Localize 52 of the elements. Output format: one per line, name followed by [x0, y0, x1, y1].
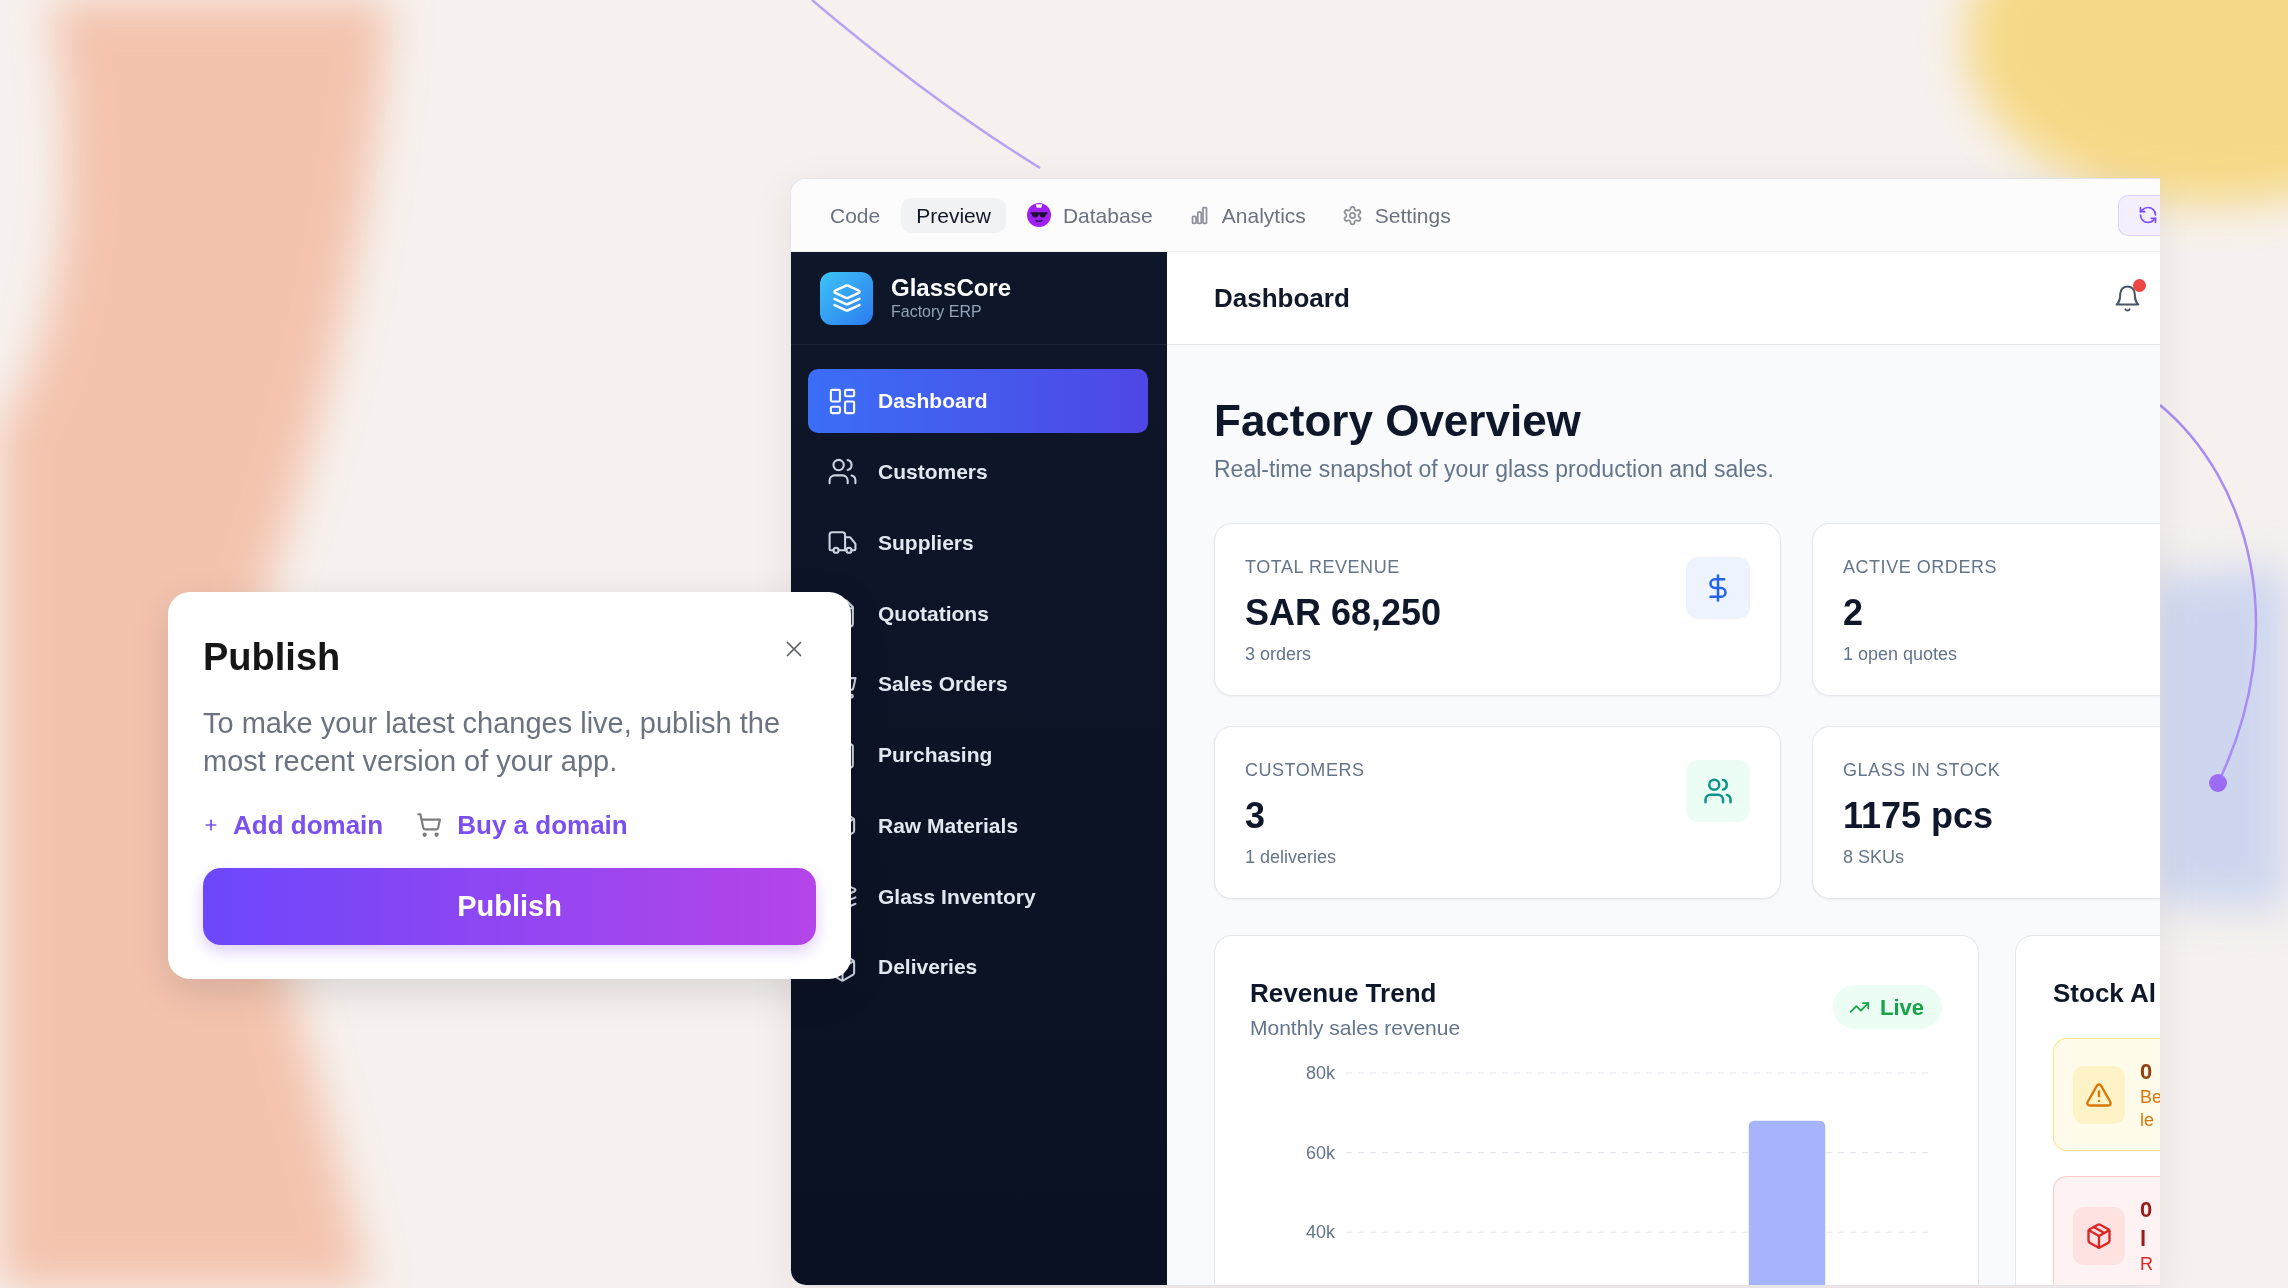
cart-icon [415, 812, 444, 838]
tab[interactable]: Code [815, 197, 896, 233]
brand-subtitle: Factory ERP [891, 302, 983, 322]
dialog-title: Publish [203, 635, 341, 680]
stat-note: 1 open quotes [1843, 643, 1959, 666]
axis-tick-label: 40k [1305, 1222, 1335, 1243]
logo-icon [820, 271, 873, 325]
stat-label: TOTAL REVENUE [1245, 556, 1401, 579]
tab[interactable]: Settings [1326, 197, 1466, 233]
refresh-icon [2138, 205, 2158, 225]
refresh-button[interactable] [2118, 194, 2160, 236]
alert-title: 0 l [2140, 1196, 2153, 1253]
card-title: Stock Al [2053, 977, 2158, 1009]
tab[interactable]: Preview [901, 197, 1006, 233]
overview-title: Factory Overview [1214, 395, 1582, 446]
stat-note: 1 deliveries [1245, 846, 1338, 869]
plus-icon [203, 817, 219, 833]
stat-value: 2 [1843, 591, 1865, 635]
chart-title: Revenue Trend [1250, 977, 1438, 1009]
package-icon [2073, 1206, 2125, 1265]
tab[interactable]: Analytics [1173, 197, 1321, 233]
users-icon [1686, 760, 1750, 822]
stat-note: 8 SKUs [1843, 846, 1906, 869]
tab[interactable]: Database [1011, 197, 1168, 233]
status-label: Live [1879, 993, 1924, 1022]
link[interactable]: Add domain [203, 809, 384, 841]
overview-subtitle: Real-time snapshot of your glass production and sales. [1214, 455, 1775, 484]
sidebar-item[interactable]: Customers [808, 439, 1148, 504]
sunglasses-icon [1026, 203, 1051, 227]
dialog-description: To make your latest changes live, publish the most recent version of your app. [203, 706, 782, 779]
link[interactable]: Buy a domain [415, 809, 628, 841]
stat-value: 3 [1245, 794, 1267, 838]
stat-label: CUSTOMERS [1245, 759, 1365, 782]
dollar-icon [1686, 557, 1750, 619]
alert-description: R [2140, 1253, 2153, 1276]
publish-button[interactable]: Publish [203, 868, 816, 945]
axis-tick-label: 60k [1305, 1142, 1335, 1163]
stat-note: 3 orders [1245, 643, 1313, 666]
stat-label: GLASS IN STOCK [1843, 759, 2001, 782]
stat-value: SAR 68,250 [1245, 591, 1442, 635]
warning-icon [2073, 1065, 2125, 1124]
stat-label: ACTIVE ORDERS [1843, 556, 1998, 579]
alert-title: 0 [2140, 1058, 2154, 1086]
axis-tick-label: 80k [1305, 1063, 1335, 1083]
header-title: Dashboard [1214, 281, 1350, 315]
sidebar-item[interactable]: Dashboard [808, 369, 1148, 433]
sidebar-item[interactable]: Suppliers [808, 510, 1148, 575]
stat-value: 1175 pcs [1843, 794, 1995, 838]
bell-icon[interactable] [2113, 282, 2142, 314]
brand-name: GlassCore [891, 274, 1012, 302]
settings-icon [1341, 204, 1363, 226]
chart-subtitle: Monthly sales revenue [1250, 1015, 1461, 1041]
